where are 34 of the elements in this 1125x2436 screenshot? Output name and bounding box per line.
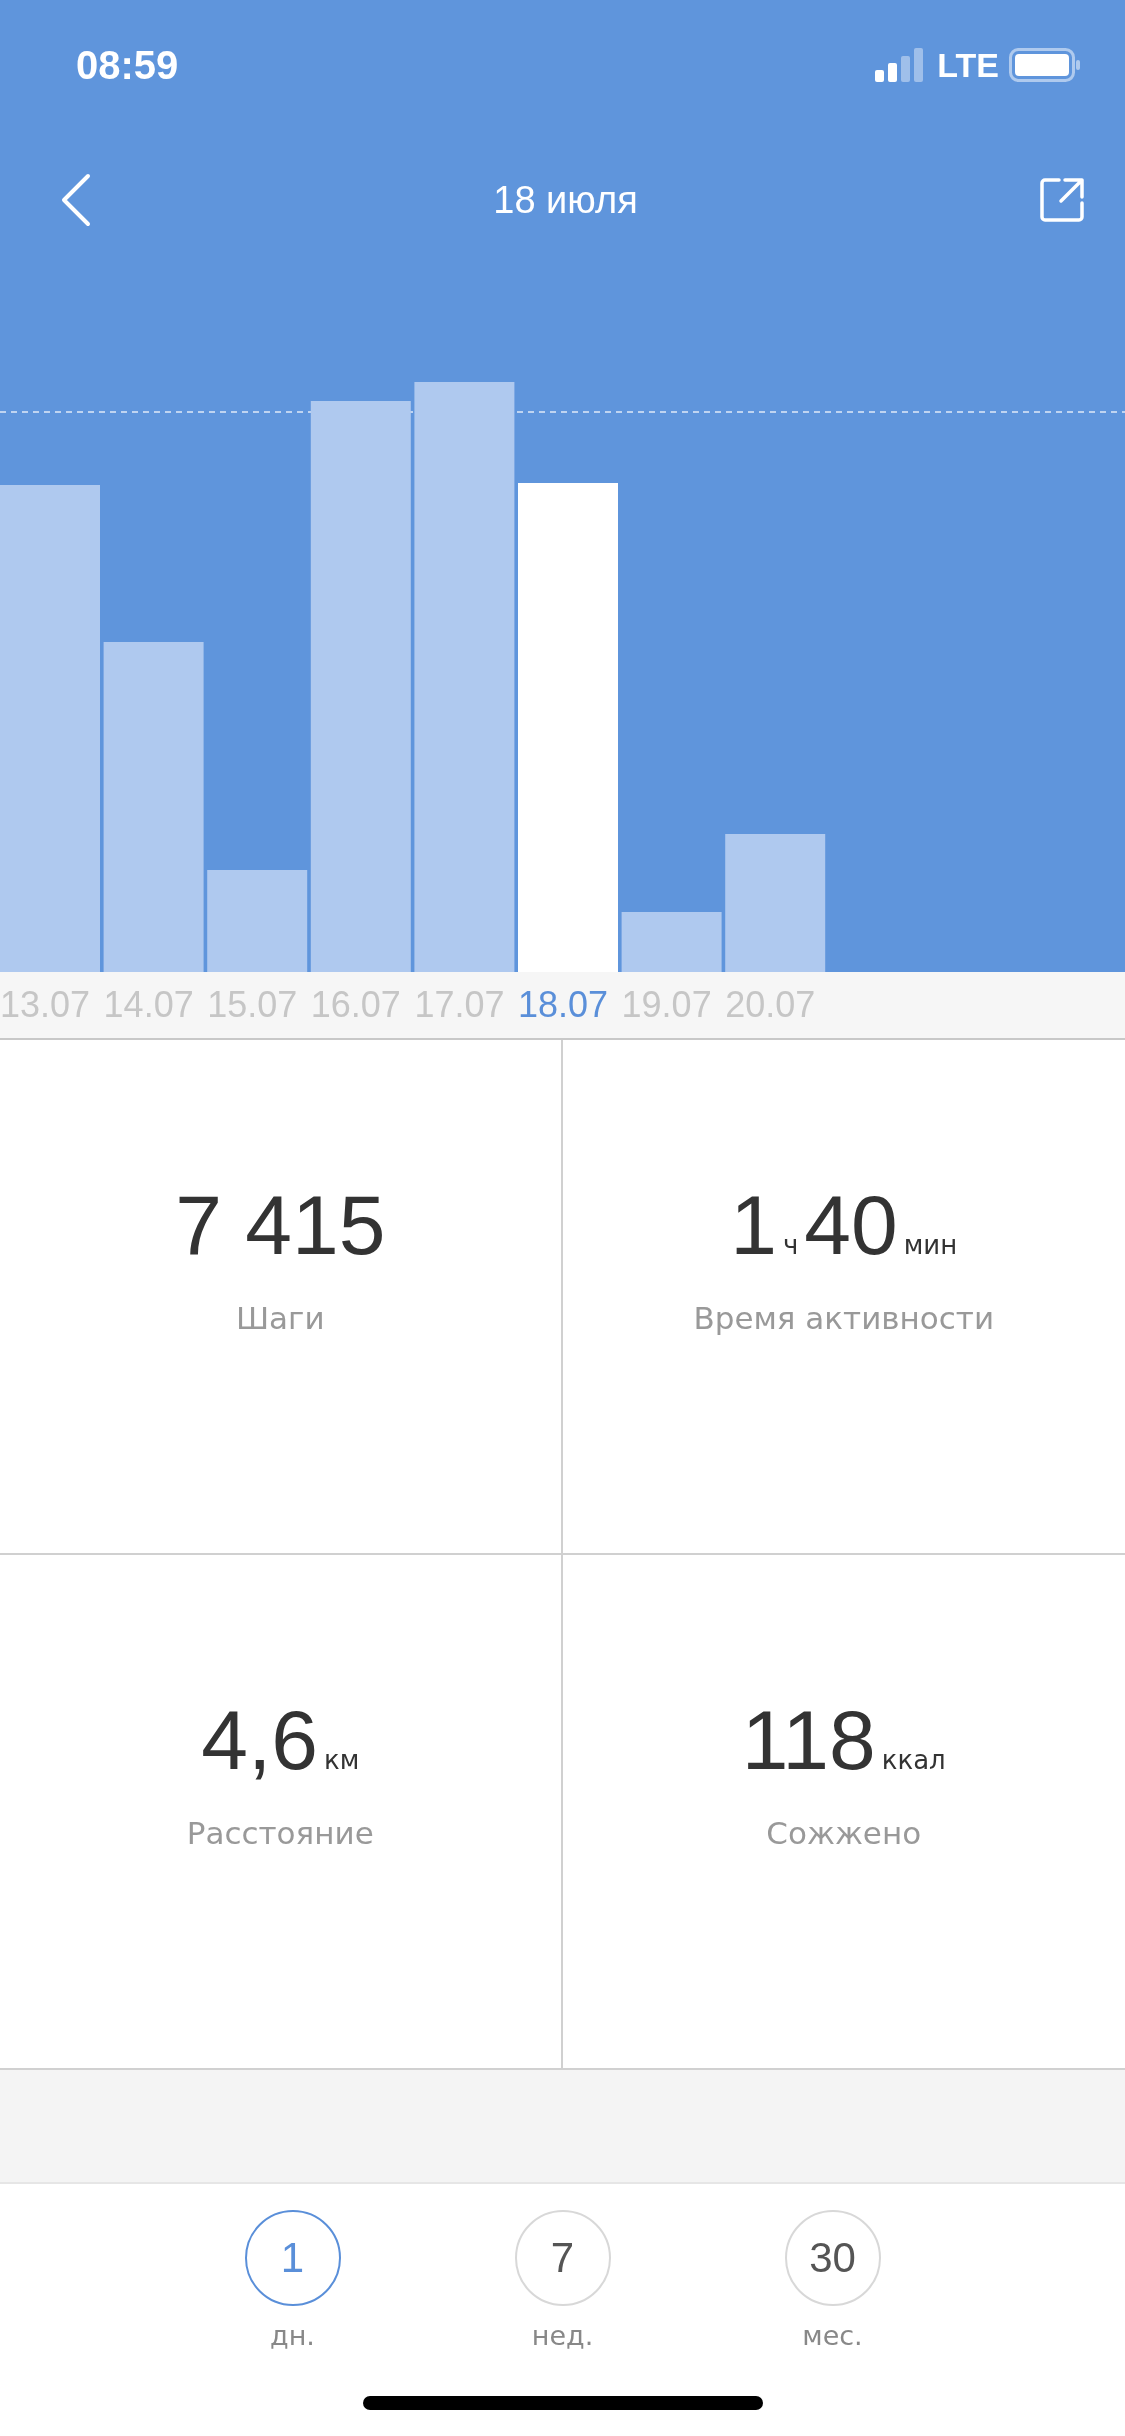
- network-label: LTE: [937, 45, 999, 85]
- back-icon[interactable]: [60, 173, 92, 227]
- stat-value: 118: [741, 1692, 876, 1789]
- stat-label: Сожжено: [766, 1815, 922, 1851]
- status-time: 08:59: [76, 42, 179, 88]
- date-label[interactable]: 18.07: [517, 984, 622, 1026]
- period-label: нед.: [531, 2320, 594, 2351]
- stat-unit: ккал: [881, 1745, 946, 1775]
- stat-unit: ч: [782, 1230, 799, 1260]
- period-label: мес.: [802, 2320, 863, 2351]
- period-tab[interactable]: 30: [784, 2210, 881, 2306]
- stat-value: 4,6: [201, 1692, 318, 1789]
- stat-value: 40: [804, 1177, 898, 1274]
- chart-bar[interactable]: [414, 382, 515, 972]
- stat-unit: км: [323, 1745, 360, 1775]
- period-tab[interactable]: 1: [244, 2210, 341, 2306]
- stat-label: Время активности: [693, 1300, 995, 1336]
- stat-label: Шаги: [235, 1300, 325, 1336]
- chart-bar[interactable]: [207, 870, 308, 972]
- battery-icon: [1009, 48, 1081, 82]
- chart-bar[interactable]: [518, 483, 618, 972]
- stat-unit: мин: [903, 1230, 958, 1260]
- stat-value: 1: [730, 1177, 777, 1274]
- chart-bar[interactable]: [725, 834, 826, 972]
- chart-bar[interactable]: [621, 912, 722, 972]
- share-icon[interactable]: [1039, 177, 1085, 223]
- chart-bar[interactable]: [103, 642, 204, 972]
- chart-bar[interactable]: [310, 401, 411, 972]
- chart-bar[interactable]: [0, 485, 100, 972]
- period-label: дн.: [270, 2320, 315, 2351]
- stat-value: 7 415: [175, 1177, 386, 1274]
- header-title: 18 июля: [493, 178, 638, 222]
- period-tab[interactable]: 7: [514, 2210, 611, 2306]
- stat-label: Расстояние: [186, 1815, 374, 1851]
